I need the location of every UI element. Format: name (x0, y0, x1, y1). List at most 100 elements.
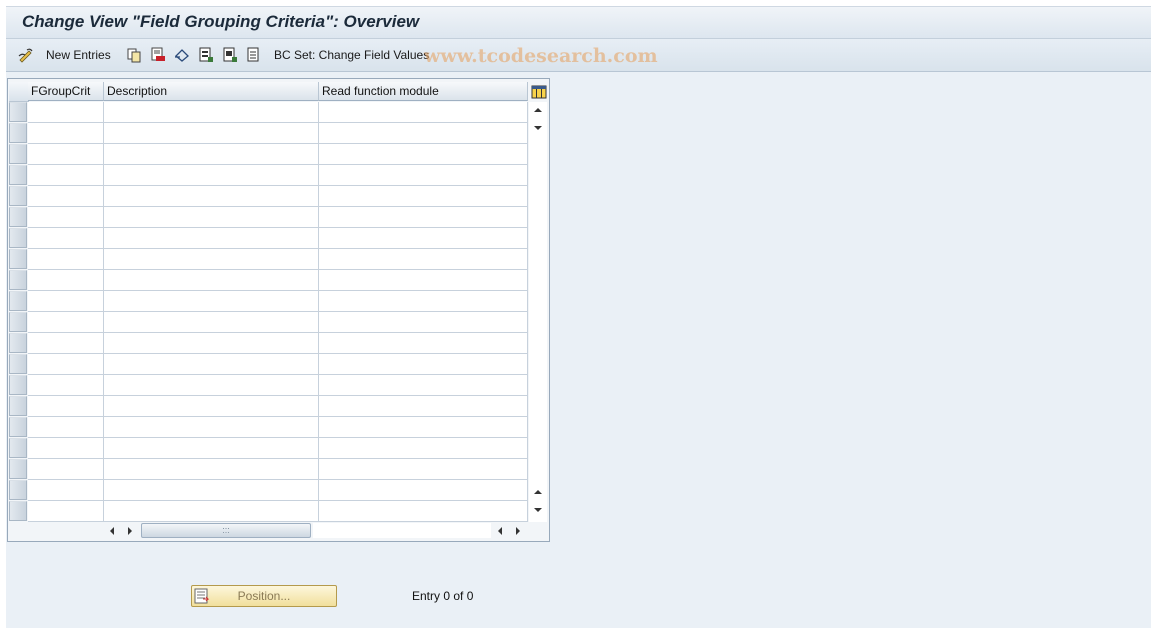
table-cell-description[interactable] (104, 102, 319, 123)
deselect-all-button[interactable] (246, 47, 262, 63)
scroll-left-button[interactable] (105, 524, 119, 538)
row-selector-button[interactable] (9, 186, 27, 206)
horizontal-scroll-track[interactable] (313, 523, 491, 538)
row-selector-button[interactable] (9, 396, 27, 416)
table-cell-description[interactable] (104, 438, 319, 459)
horizontal-scrollbar[interactable]: ::: (103, 522, 528, 540)
table-cell-read-function-module[interactable] (319, 102, 528, 123)
table-cell-fgroupcrit[interactable] (28, 459, 104, 480)
table-cell-fgroupcrit[interactable] (28, 354, 104, 375)
table-cell-read-function-module[interactable] (319, 123, 528, 144)
table-cell-description[interactable] (104, 501, 319, 522)
table-cell-description[interactable] (104, 354, 319, 375)
row-selector-button[interactable] (9, 165, 27, 185)
table-cell-read-function-module[interactable] (319, 333, 528, 354)
table-cell-read-function-module[interactable] (319, 438, 528, 459)
new-entries-button[interactable]: New Entries (46, 47, 111, 63)
row-selector-button[interactable] (9, 312, 27, 332)
table-cell-read-function-module[interactable] (319, 312, 528, 333)
table-cell-fgroupcrit[interactable] (28, 228, 104, 249)
table-cell-fgroupcrit[interactable] (28, 501, 104, 522)
table-cell-fgroupcrit[interactable] (28, 270, 104, 291)
row-selector-button[interactable] (9, 123, 27, 143)
table-cell-read-function-module[interactable] (319, 501, 528, 522)
table-cell-read-function-module[interactable] (319, 228, 528, 249)
table-cell-fgroupcrit[interactable] (28, 165, 104, 186)
row-selector-button[interactable] (9, 144, 27, 164)
table-cell-description[interactable] (104, 270, 319, 291)
table-cell-fgroupcrit[interactable] (28, 312, 104, 333)
copy-as-button[interactable] (126, 47, 142, 63)
row-selector-button[interactable] (9, 291, 27, 311)
scroll-right-button[interactable] (123, 524, 137, 538)
table-cell-read-function-module[interactable] (319, 270, 528, 291)
table-cell-fgroupcrit[interactable] (28, 480, 104, 501)
table-cell-description[interactable] (104, 186, 319, 207)
table-cell-fgroupcrit[interactable] (28, 375, 104, 396)
delete-button[interactable] (150, 47, 166, 63)
row-selector-button[interactable] (9, 207, 27, 227)
position-button[interactable]: Position... (191, 585, 337, 607)
table-cell-fgroupcrit[interactable] (28, 102, 104, 123)
select-all-rows-button[interactable] (9, 82, 29, 102)
table-cell-fgroupcrit[interactable] (28, 438, 104, 459)
table-cell-read-function-module[interactable] (319, 459, 528, 480)
table-cell-read-function-module[interactable] (319, 165, 528, 186)
scroll-page-down-button[interactable] (531, 503, 545, 517)
column-header-description[interactable]: Description (104, 82, 319, 101)
table-cell-description[interactable] (104, 228, 319, 249)
scroll-page-up-button[interactable] (531, 103, 545, 117)
row-selector-button[interactable] (9, 501, 27, 521)
table-cell-description[interactable] (104, 249, 319, 270)
table-cell-read-function-module[interactable] (319, 249, 528, 270)
row-selector-button[interactable] (9, 438, 27, 458)
table-cell-fgroupcrit[interactable] (28, 144, 104, 165)
table-cell-fgroupcrit[interactable] (28, 417, 104, 438)
table-cell-read-function-module[interactable] (319, 480, 528, 501)
horizontal-scroll-thumb[interactable]: ::: (141, 523, 311, 538)
table-cell-fgroupcrit[interactable] (28, 249, 104, 270)
table-cell-read-function-module[interactable] (319, 186, 528, 207)
table-cell-description[interactable] (104, 459, 319, 480)
table-cell-description[interactable] (104, 333, 319, 354)
select-all-button[interactable] (198, 47, 214, 63)
table-cell-read-function-module[interactable] (319, 375, 528, 396)
table-cell-fgroupcrit[interactable] (28, 186, 104, 207)
row-selector-button[interactable] (9, 375, 27, 395)
table-cell-description[interactable] (104, 123, 319, 144)
column-header-fgroupcrit[interactable]: FGroupCrit (28, 82, 104, 101)
table-cell-read-function-module[interactable] (319, 417, 528, 438)
row-selector-button[interactable] (9, 102, 27, 122)
scroll-right-end-left-button[interactable] (493, 524, 507, 538)
table-cell-description[interactable] (104, 291, 319, 312)
table-cell-fgroupcrit[interactable] (28, 333, 104, 354)
row-selector-button[interactable] (9, 228, 27, 248)
table-cell-description[interactable] (104, 396, 319, 417)
row-selector-button[interactable] (9, 480, 27, 500)
table-cell-description[interactable] (104, 312, 319, 333)
column-header-read-function-module[interactable]: Read function module (319, 82, 528, 101)
row-selector-button[interactable] (9, 459, 27, 479)
table-cell-description[interactable] (104, 480, 319, 501)
scroll-right-end-right-button[interactable] (511, 524, 525, 538)
table-cell-fgroupcrit[interactable] (28, 123, 104, 144)
table-cell-description[interactable] (104, 375, 319, 396)
scroll-line-up-button[interactable] (531, 485, 545, 499)
row-selector-button[interactable] (9, 417, 27, 437)
scroll-line-down-button[interactable] (531, 121, 545, 135)
table-cell-read-function-module[interactable] (319, 144, 528, 165)
row-selector-button[interactable] (9, 333, 27, 353)
table-cell-fgroupcrit[interactable] (28, 396, 104, 417)
display-change-button[interactable] (18, 47, 34, 63)
bc-set-change-field-values-button[interactable]: BC Set: Change Field Values (274, 47, 429, 63)
table-cell-read-function-module[interactable] (319, 207, 528, 228)
table-cell-read-function-module[interactable] (319, 396, 528, 417)
table-cell-fgroupcrit[interactable] (28, 291, 104, 312)
vertical-scrollbar[interactable] (529, 102, 547, 522)
table-cell-description[interactable] (104, 144, 319, 165)
table-cell-read-function-module[interactable] (319, 291, 528, 312)
select-block-button[interactable] (222, 47, 238, 63)
undo-change-button[interactable] (174, 47, 190, 63)
table-cell-description[interactable] (104, 165, 319, 186)
row-selector-button[interactable] (9, 270, 27, 290)
